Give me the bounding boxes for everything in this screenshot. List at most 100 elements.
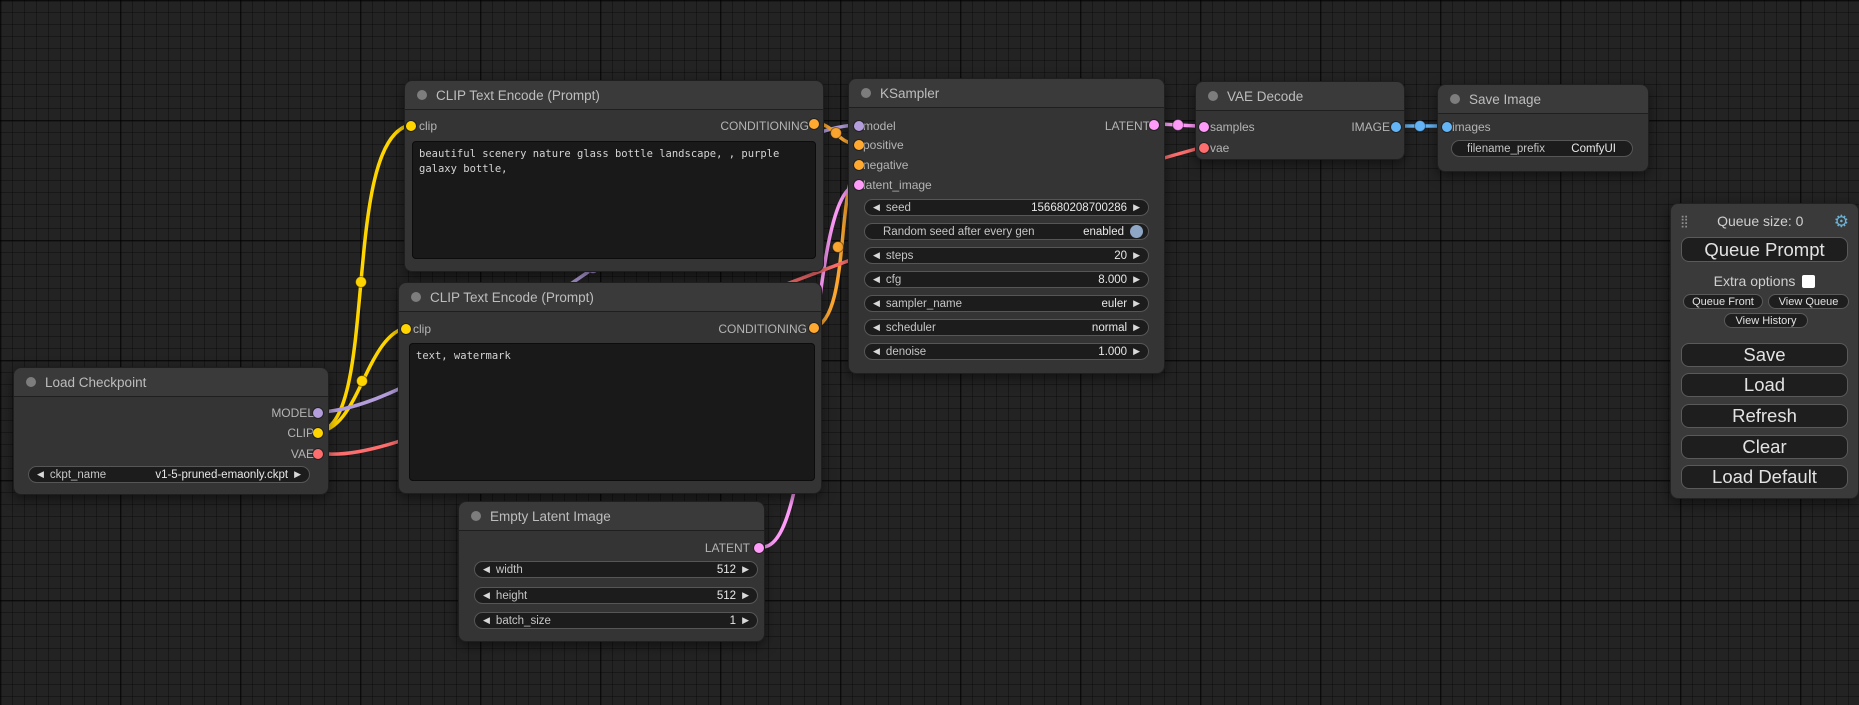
negative-prompt-textarea[interactable]: text, watermark [409,343,815,481]
collapse-dot-icon[interactable] [861,88,871,98]
collapse-dot-icon[interactable] [417,90,427,100]
load-default-button[interactable]: Load Default [1681,465,1848,489]
cfg-widget[interactable]: ◀ cfg 8.000 ▶ [864,271,1149,288]
steps-widget[interactable]: ◀ steps 20 ▶ [864,247,1149,264]
width-widget[interactable]: ◀ width 512 ▶ [474,561,758,578]
slot-row-images: images [1438,118,1648,136]
random-seed-toggle-widget[interactable]: Random seed after every gen enabled [864,223,1149,240]
load-button[interactable]: Load [1681,373,1848,397]
collapse-dot-icon[interactable] [26,377,36,387]
toggle-enabled-icon[interactable] [1130,225,1143,238]
sampler-name-widget[interactable]: ◀ sampler_name euler ▶ [864,295,1149,312]
input-port-positive[interactable] [854,140,864,150]
filename-prefix-widget[interactable]: filename_prefix ComfyUI [1451,140,1633,157]
input-port-clip[interactable] [406,121,416,131]
increment-arrow-icon[interactable]: ▶ [1133,203,1140,212]
clear-button[interactable]: Clear [1681,435,1848,459]
positive-prompt-textarea[interactable]: beautiful scenery nature glass bottle la… [412,141,816,259]
input-port-samples[interactable] [1199,122,1209,132]
increment-arrow-icon[interactable]: ▶ [742,616,749,625]
decrement-arrow-icon[interactable]: ◀ [483,591,490,600]
queue-prompt-button[interactable]: Queue Prompt [1681,237,1848,262]
input-port-negative[interactable] [854,160,864,170]
decrement-arrow-icon[interactable]: ◀ [873,251,880,260]
decrement-arrow-icon[interactable]: ◀ [873,347,880,356]
node-vae-decode[interactable]: VAE Decode samples IMAGE vae [1195,81,1405,160]
increment-arrow-icon[interactable]: ▶ [294,470,301,479]
increment-arrow-icon[interactable]: ▶ [1133,347,1140,356]
output-label: MODEL [271,406,314,420]
input-port-clip[interactable] [401,324,411,334]
ckpt-name-widget[interactable]: ◀ ckpt_name v1-5-pruned-emaonly.ckpt ▶ [28,466,310,483]
link-midpoint-dot[interactable] [831,128,842,139]
seed-widget[interactable]: ◀ seed 156680208700286 ▶ [864,199,1149,216]
node-title-bar[interactable]: Load Checkpoint [14,368,328,397]
node-title-bar[interactable]: CLIP Text Encode (Prompt) [399,283,821,312]
link-midpoint-dot[interactable] [357,376,368,387]
queue-front-button[interactable]: Queue Front [1683,294,1763,309]
refresh-button[interactable]: Refresh [1681,404,1848,428]
input-port-images[interactable] [1442,122,1452,132]
output-port-vae[interactable] [313,449,323,459]
node-ksampler[interactable]: KSampler model LATENT positive negative … [848,78,1165,374]
height-widget[interactable]: ◀ height 512 ▶ [474,587,758,604]
increment-arrow-icon[interactable]: ▶ [742,591,749,600]
denoise-widget[interactable]: ◀ denoise 1.000 ▶ [864,343,1149,360]
node-title-bar[interactable]: CLIP Text Encode (Prompt) [405,81,823,110]
widget-label: height [496,590,527,602]
output-label: CONDITIONING [718,322,807,336]
output-port-latent[interactable] [1149,120,1159,130]
node-title-bar[interactable]: Save Image [1438,85,1648,114]
node-title-bar[interactable]: VAE Decode [1196,82,1404,111]
decrement-arrow-icon[interactable]: ◀ [483,616,490,625]
collapse-dot-icon[interactable] [471,511,481,521]
output-port-model[interactable] [313,408,323,418]
output-port-image[interactable] [1391,122,1401,132]
link-midpoint-dot[interactable] [833,242,844,253]
output-port-clip[interactable] [313,428,323,438]
output-port-conditioning[interactable] [809,119,819,129]
output-port-conditioning[interactable] [809,323,819,333]
input-label: positive [863,138,904,152]
decrement-arrow-icon[interactable]: ◀ [873,299,880,308]
increment-arrow-icon[interactable]: ▶ [742,565,749,574]
scheduler-widget[interactable]: ◀ scheduler normal ▶ [864,319,1149,336]
collapse-dot-icon[interactable] [1208,91,1218,101]
input-port-latent-image[interactable] [854,180,864,190]
batch-size-widget[interactable]: ◀ batch_size 1 ▶ [474,612,758,629]
collapse-dot-icon[interactable] [411,292,421,302]
node-graph-canvas[interactable]: Load Checkpoint MODEL CLIP VAE ◀ ckpt_na… [0,0,1859,705]
node-title-bar[interactable]: KSampler [849,79,1164,108]
save-button[interactable]: Save [1681,343,1848,367]
slot-row: clip CONDITIONING [405,117,823,135]
extra-options-checkbox[interactable] [1802,275,1815,288]
node-clip-text-encode-positive[interactable]: CLIP Text Encode (Prompt) clip CONDITION… [404,80,824,272]
increment-arrow-icon[interactable]: ▶ [1133,323,1140,332]
node-load-checkpoint[interactable]: Load Checkpoint MODEL CLIP VAE ◀ ckpt_na… [13,367,329,495]
link-midpoint-dot[interactable] [1173,120,1184,131]
view-queue-button[interactable]: View Queue [1768,294,1849,309]
node-title: Save Image [1469,92,1541,107]
view-history-button[interactable]: View History [1724,313,1808,328]
collapse-dot-icon[interactable] [1450,94,1460,104]
node-clip-text-encode-negative[interactable]: CLIP Text Encode (Prompt) clip CONDITION… [398,282,822,494]
widget-label: steps [886,250,914,262]
decrement-arrow-icon[interactable]: ◀ [37,470,44,479]
decrement-arrow-icon[interactable]: ◀ [873,203,880,212]
input-port-model[interactable] [854,121,864,131]
drag-handle-icon[interactable]: ⣿ [1680,215,1687,227]
node-save-image[interactable]: Save Image images filename_prefix ComfyU… [1437,84,1649,172]
link-midpoint-dot[interactable] [356,277,367,288]
output-port-latent[interactable] [754,543,764,553]
decrement-arrow-icon[interactable]: ◀ [483,565,490,574]
increment-arrow-icon[interactable]: ▶ [1133,275,1140,284]
link-midpoint-dot[interactable] [1415,121,1426,132]
node-empty-latent-image[interactable]: Empty Latent Image LATENT ◀ width 512 ▶ … [458,501,765,642]
decrement-arrow-icon[interactable]: ◀ [873,275,880,284]
increment-arrow-icon[interactable]: ▶ [1133,299,1140,308]
decrement-arrow-icon[interactable]: ◀ [873,323,880,332]
gear-icon[interactable]: ⚙ [1834,213,1849,230]
input-port-vae[interactable] [1199,143,1209,153]
node-title-bar[interactable]: Empty Latent Image [459,502,764,531]
increment-arrow-icon[interactable]: ▶ [1133,251,1140,260]
